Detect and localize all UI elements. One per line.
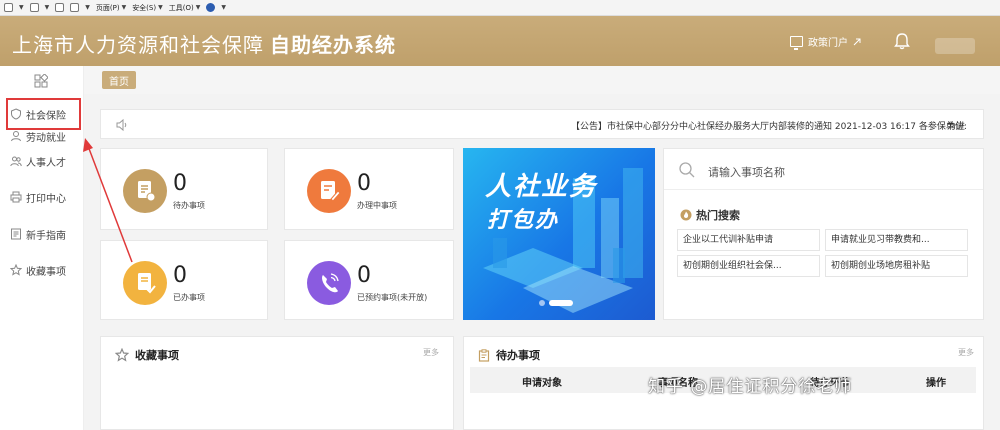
- stat-label: 待办事项: [173, 201, 205, 210]
- carousel-dots[interactable]: [539, 300, 573, 306]
- sidebar-item-print-center[interactable]: 打印中心: [10, 190, 66, 205]
- search-divider: [664, 189, 983, 190]
- tools-menu-label: 工具(O): [168, 3, 194, 12]
- chevron-down-icon[interactable]: ▼: [221, 4, 226, 11]
- people-icon: [10, 156, 22, 167]
- column-header-action: 操作: [926, 378, 946, 389]
- chevron-down-icon[interactable]: ▼: [85, 4, 90, 11]
- sidebar-item-favorites[interactable]: 收藏事项: [10, 263, 66, 278]
- search-icon[interactable]: [678, 161, 696, 179]
- clipboard-icon: [478, 348, 490, 362]
- hot-search-label: 热门搜索: [696, 209, 740, 222]
- app-title: 上海市人力资源和社会保障 自助经办系统: [12, 29, 396, 58]
- highlight-box: [6, 98, 81, 130]
- tab-bar: 首页: [84, 66, 1000, 94]
- home-icon[interactable]: [4, 3, 13, 12]
- grid-menu-icon[interactable]: [34, 74, 48, 88]
- stat-card-pending[interactable]: 0 待办事项: [100, 148, 268, 230]
- sidebar-item-label: 人事人才: [26, 157, 66, 169]
- stat-value: 0: [173, 171, 187, 196]
- watermark-text: 知乎 @居住证积分徐老师: [648, 377, 853, 397]
- hot-search-item[interactable]: 初创期创业组织社会保...: [677, 255, 820, 277]
- sidebar-item-beginner-guide[interactable]: 新手指南: [10, 227, 66, 242]
- todo-panel-title: 待办事项: [478, 347, 540, 363]
- favorites-panel-title: 收藏事项: [115, 347, 179, 363]
- phone-icon: [307, 261, 351, 305]
- tab-home[interactable]: 首页: [102, 71, 136, 89]
- user-avatar[interactable]: [935, 38, 975, 54]
- sidebar-item-personnel-talent[interactable]: 人事人才: [10, 154, 66, 169]
- external-link-icon: [853, 38, 861, 45]
- hot-search-item[interactable]: 申请就业见习带教费和...: [825, 229, 968, 251]
- todo-title-label: 待办事项: [496, 349, 540, 362]
- portal-link-label: 政策门户: [808, 38, 848, 49]
- stat-label: 已预约事项(未开放): [357, 293, 428, 302]
- promo-banner[interactable]: 人社业务 打包办: [463, 148, 655, 320]
- sidebar-item-label: 收藏事项: [26, 266, 66, 278]
- chevron-down-icon[interactable]: ▼: [45, 4, 50, 11]
- stat-card-appointment[interactable]: 0 已预约事项(未开放): [284, 240, 454, 320]
- carousel-dot[interactable]: [539, 300, 545, 306]
- worker-icon: [11, 131, 21, 142]
- stat-label: 办理中事项: [357, 201, 397, 210]
- edit-document-icon: [307, 169, 351, 213]
- title-light: 上海市人力资源和社会保障: [12, 33, 264, 57]
- star-icon: [10, 264, 22, 276]
- sidebar-item-label: 新手指南: [26, 230, 66, 242]
- column-header-applicant: 申请对象: [522, 378, 562, 389]
- portal-link[interactable]: 政策门户: [790, 34, 861, 50]
- stat-value: 0: [357, 263, 371, 288]
- stat-label: 已办事项: [173, 293, 205, 302]
- favorites-panel: 收藏事项 更多: [100, 336, 454, 430]
- banner-title-line2: 打包办: [487, 208, 560, 233]
- help-icon[interactable]: [206, 3, 216, 12]
- stat-value: 0: [357, 171, 371, 196]
- monitor-icon: [790, 36, 803, 50]
- browser-toolbar: ▼ ▼ ▼ 页面(P) ▼ 安全(S) ▼ 工具(O) ▼ ▼: [0, 0, 1000, 16]
- hot-search-item[interactable]: 企业以工代训补贴申请: [677, 229, 820, 251]
- sidebar-item-label: 劳动就业: [26, 132, 66, 144]
- stat-card-in-progress[interactable]: 0 办理中事项: [284, 148, 454, 230]
- title-bold: 自助经办系统: [270, 33, 396, 57]
- notice-text-tail[interactable]: 为进: [947, 119, 965, 132]
- app-header: 上海市人力资源和社会保障 自助经办系统 政策门户: [0, 16, 1000, 66]
- tools-menu[interactable]: 工具(O) ▼: [169, 3, 201, 13]
- notice-text[interactable]: 【公告】市社保中心部分分中心社保经办服务大厅内部装修的通知 2021-12-03…: [571, 119, 967, 132]
- star-icon: [115, 348, 129, 362]
- todo-more-link[interactable]: 更多: [958, 347, 974, 358]
- safety-menu-label: 安全(S): [132, 3, 157, 12]
- rss-icon[interactable]: [29, 3, 39, 12]
- sidebar-item-labor-employment[interactable]: 劳动就业: [10, 129, 66, 144]
- notice-bar[interactable]: 【公告】市社保中心部分分中心社保经办服务大厅内部装修的通知 2021-12-03…: [100, 109, 984, 139]
- banner-title-line1: 人社业务: [485, 172, 598, 202]
- guide-icon: [11, 228, 21, 240]
- page-menu[interactable]: 页面(P) ▼: [96, 3, 126, 13]
- favorites-title-label: 收藏事项: [135, 349, 179, 362]
- printer-icon[interactable]: [70, 3, 80, 12]
- stat-value: 0: [173, 263, 187, 288]
- fire-icon: [680, 209, 692, 221]
- stat-card-completed[interactable]: 0 已办事项: [100, 240, 268, 320]
- hot-search-item[interactable]: 初创期创业场地房租补贴: [825, 255, 968, 277]
- page-menu-label: 页面(P): [95, 3, 120, 12]
- document-check-icon: [123, 261, 167, 305]
- bell-icon[interactable]: [893, 32, 911, 50]
- speaker-icon: [116, 118, 127, 132]
- carousel-dot-active[interactable]: [549, 300, 573, 306]
- safety-menu[interactable]: 安全(S) ▼: [132, 3, 163, 13]
- document-icon: [123, 169, 167, 213]
- hot-search-title: 热门搜索: [680, 207, 740, 223]
- sidebar-item-label: 打印中心: [26, 193, 66, 205]
- search-input[interactable]: 请输入事项名称: [708, 164, 785, 180]
- printer-icon: [10, 191, 22, 203]
- chevron-down-icon[interactable]: ▼: [19, 4, 24, 11]
- tab-home-label: 首页: [109, 76, 129, 88]
- mail-icon[interactable]: [55, 3, 65, 12]
- favorites-more-link[interactable]: 更多: [423, 347, 439, 358]
